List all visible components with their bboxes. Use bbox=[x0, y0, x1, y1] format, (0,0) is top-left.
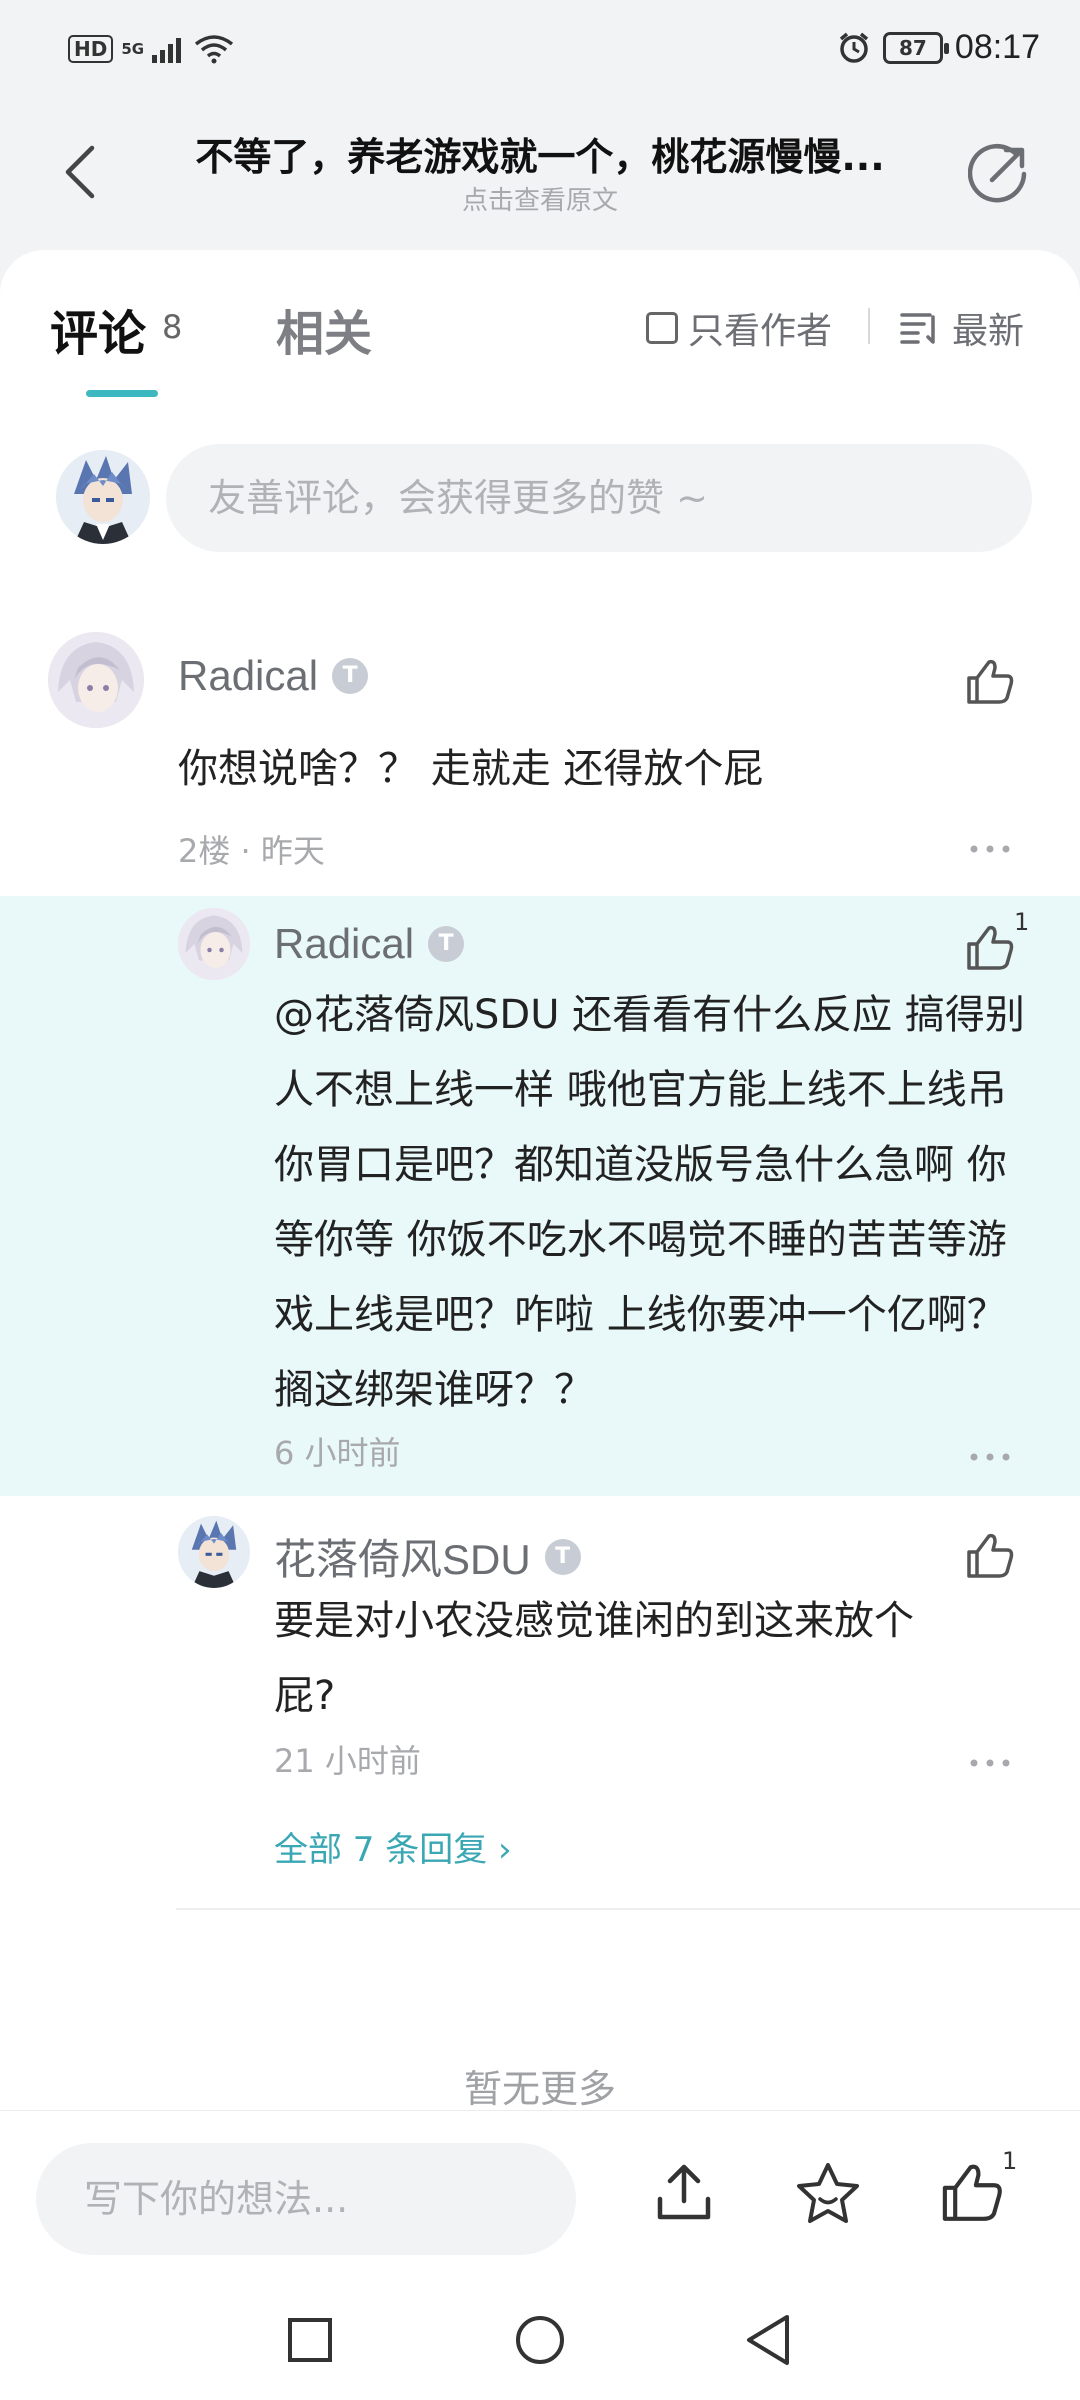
comment-more-button[interactable] bbox=[960, 834, 1020, 864]
wifi-icon bbox=[195, 35, 234, 64]
level-badge: T bbox=[544, 1538, 581, 1575]
reply-text: @花落倚风SDU 还看看有什么反应 搞得别人不想上线一样 哦他官方能上线不上线吊… bbox=[274, 992, 1025, 1413]
reply-more-button[interactable] bbox=[960, 1748, 1020, 1778]
recents-button[interactable] bbox=[274, 2304, 346, 2376]
share-icon bbox=[968, 143, 1027, 203]
anime-avatar-icon bbox=[56, 450, 150, 544]
page-header: 不等了，养老游戏就一个，桃花源慢慢... 点击查看原文 bbox=[0, 104, 1080, 254]
anime-avatar-icon bbox=[48, 632, 144, 728]
reply-time: 6 小时前 bbox=[274, 1434, 401, 1472]
level-badge: T bbox=[332, 658, 369, 694]
thumbs-up-icon bbox=[942, 2164, 1002, 2221]
no-more-text: 暂无更多 bbox=[463, 2067, 616, 2111]
favorite-button[interactable] bbox=[786, 2151, 870, 2235]
post-title[interactable]: 不等了，养老游戏就一个，桃花源慢慢... bbox=[152, 126, 928, 181]
comment-text: 你想说啥？？ 走就走 还得放个屁 bbox=[178, 746, 764, 792]
star-icon bbox=[797, 2163, 859, 2223]
sort-label: 最新 bbox=[952, 311, 1025, 352]
reply-more-button[interactable] bbox=[960, 1442, 1020, 1472]
alarm-icon bbox=[839, 32, 869, 63]
comment-avatar[interactable] bbox=[48, 632, 144, 728]
reply-time: 21 小时前 bbox=[274, 1742, 421, 1780]
reply-like-button[interactable] bbox=[958, 916, 1022, 980]
reply-like-button[interactable] bbox=[958, 1524, 1022, 1588]
upload-share-icon bbox=[657, 2164, 711, 2220]
comment-like-button[interactable] bbox=[958, 650, 1022, 714]
reply-avatar[interactable] bbox=[178, 908, 250, 980]
reply-avatar[interactable] bbox=[178, 1516, 250, 1588]
signal-icon bbox=[152, 38, 182, 63]
more-icon bbox=[970, 845, 1010, 853]
reply-input[interactable]: 写下你的想法... bbox=[36, 2143, 576, 2255]
reply-author: 花落倚风SDU T bbox=[274, 1526, 581, 1587]
battery-indicator: 87 bbox=[882, 31, 949, 64]
divider bbox=[868, 308, 870, 344]
tab-related[interactable]: 相关 bbox=[276, 294, 372, 364]
author-only-toggle[interactable]: 只看作者 bbox=[646, 302, 832, 354]
username[interactable]: Radical bbox=[274, 920, 414, 968]
share-button[interactable] bbox=[642, 2151, 726, 2235]
system-nav-bar bbox=[0, 2280, 1080, 2400]
sort-button[interactable]: 最新 bbox=[900, 302, 1024, 354]
tab-bar: 评论 8 相关 只看作者 最新 bbox=[0, 250, 1080, 400]
circle-icon bbox=[516, 2316, 564, 2364]
comment-input[interactable]: 友善评论，会获得更多的赞 ~ bbox=[166, 444, 1032, 552]
comments-count: 8 bbox=[162, 308, 183, 346]
square-icon bbox=[288, 2318, 332, 2362]
reply-like-count: 1 bbox=[1014, 908, 1030, 936]
hd-indicator: HD bbox=[68, 35, 114, 63]
anime-avatar-icon bbox=[178, 908, 250, 980]
back-button[interactable] bbox=[48, 134, 112, 210]
divider bbox=[176, 1908, 1080, 1910]
view-original-link[interactable]: 点击查看原文 bbox=[152, 180, 928, 217]
share-button[interactable] bbox=[958, 130, 1042, 214]
comment-meta: 2楼 · 昨天 bbox=[178, 832, 325, 870]
like-count: 1 bbox=[1002, 2147, 1018, 2175]
anime-avatar-icon bbox=[178, 1516, 250, 1588]
more-icon bbox=[970, 1759, 1010, 1767]
clock: 08:17 bbox=[954, 28, 1040, 66]
comment-author: Radical T bbox=[178, 652, 369, 700]
author-only-label: 只看作者 bbox=[688, 311, 833, 352]
chevron-left-icon bbox=[65, 145, 95, 199]
more-icon bbox=[970, 1453, 1010, 1461]
network-type: 5G bbox=[121, 40, 145, 58]
thumbs-up-icon bbox=[967, 659, 1014, 704]
username[interactable]: Radical bbox=[178, 652, 318, 700]
tab-active-indicator bbox=[86, 390, 158, 397]
thumbs-up-icon bbox=[967, 1533, 1014, 1578]
home-button[interactable] bbox=[504, 2304, 576, 2376]
checkbox-icon bbox=[646, 312, 678, 344]
username[interactable]: 花落倚风SDU bbox=[274, 1526, 531, 1587]
thumbs-up-icon bbox=[967, 925, 1014, 970]
bottom-action-bar: 写下你的想法... 1 bbox=[0, 2110, 1080, 2280]
back-nav-button[interactable] bbox=[732, 2304, 804, 2376]
my-avatar[interactable] bbox=[56, 450, 150, 544]
reply-text: 要是对小农没感觉谁闲的到这来放个屁? bbox=[274, 1598, 914, 1719]
status-bar: HD 5G 87 08:17 bbox=[0, 0, 1080, 104]
all-replies-link[interactable]: 全部 7 条回复 › bbox=[274, 1822, 512, 1871]
level-badge: T bbox=[428, 926, 465, 962]
tab-comments[interactable]: 评论 bbox=[50, 294, 146, 364]
triangle-back-icon bbox=[747, 2315, 789, 2365]
reply-author: Radical T bbox=[274, 920, 465, 968]
sort-icon bbox=[900, 313, 935, 344]
